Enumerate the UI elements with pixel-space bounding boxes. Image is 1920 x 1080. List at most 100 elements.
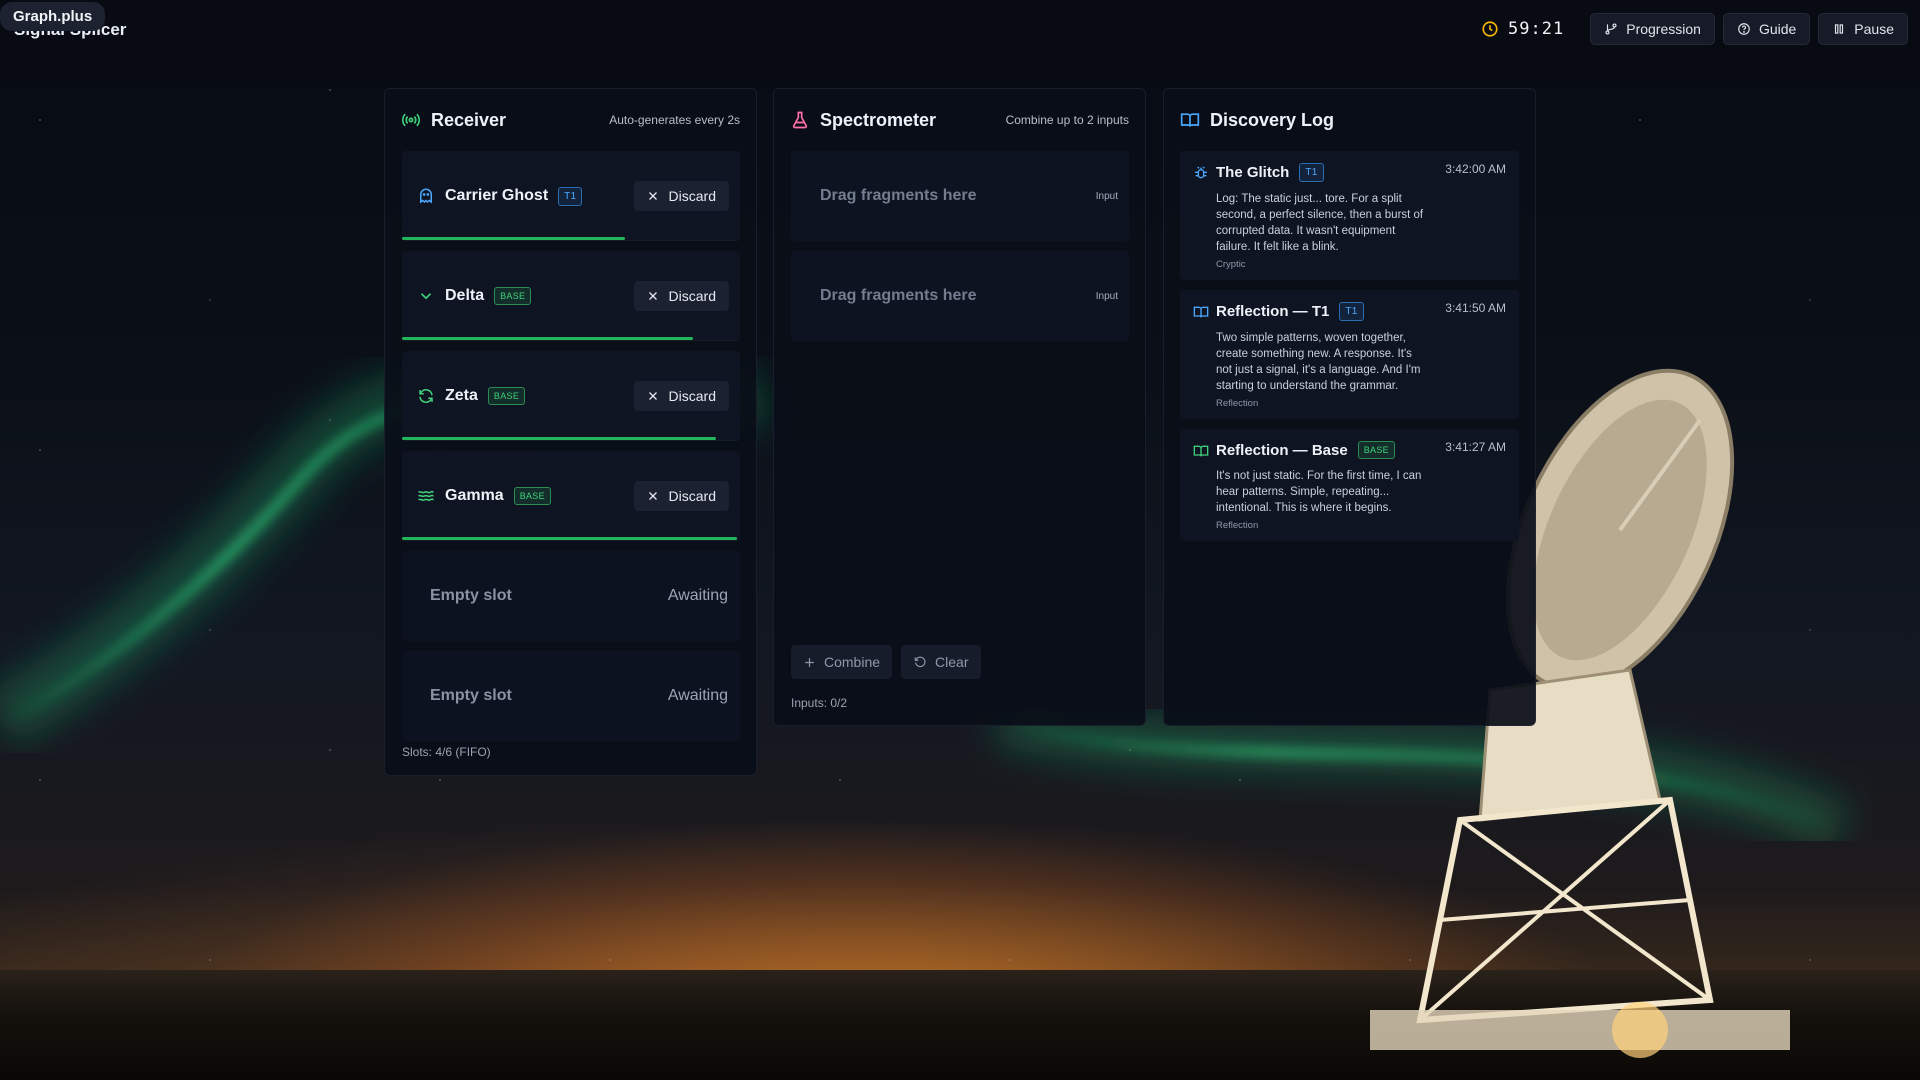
progression-label: Progression [1626, 21, 1701, 37]
guide-button[interactable]: Guide [1722, 13, 1811, 45]
flask-icon [792, 111, 808, 129]
help-circle-icon [1738, 23, 1750, 35]
drop-zone-tag: Input [1095, 290, 1118, 302]
timer-value: 59:21 [1508, 19, 1565, 39]
pause-icon [1835, 24, 1844, 34]
spectrometer-title: Spectrometer [790, 110, 936, 131]
log-category: Cryptic [1216, 259, 1246, 270]
empty-slot-label: Empty slot [430, 587, 512, 604]
pause-button[interactable]: Pause [1818, 13, 1908, 45]
brand-badge[interactable]: Graph.plus [0, 2, 106, 31]
tier-badge: T1 [1339, 302, 1364, 321]
combine-label: Combine [824, 654, 881, 670]
fragment-name: Carrier Ghost [445, 187, 549, 204]
clear-label: Clear [935, 654, 969, 670]
fragment-progress-bar [402, 437, 717, 440]
discard-label: Discard [668, 188, 716, 204]
clock-icon [1482, 21, 1498, 37]
drop-zone-text: Drag fragments here [820, 287, 977, 304]
slots-counter: Slots: 4/6 (FIFO) [402, 745, 491, 759]
close-icon [648, 292, 657, 300]
guide-label: Guide [1758, 21, 1797, 37]
receiver-title-text: Receiver [431, 109, 507, 130]
open-book-icon [1180, 113, 1200, 127]
log-entry[interactable]: The Glitch T1 3:42:00 AM Log: The static… [1180, 151, 1519, 280]
log-timestamp: 3:41:27 AM [1445, 440, 1506, 454]
spectrometer-actions: Combine Clear [791, 645, 981, 679]
tier-badge: BASE [487, 387, 526, 405]
spectrometer-header: Spectrometer Combine up to 2 inputs [774, 89, 1145, 151]
clear-button[interactable]: Clear [901, 645, 981, 679]
top-controls: 59:21 Progression Guide Pause [1481, 13, 1908, 45]
empty-slot-status: Awaiting [667, 687, 728, 704]
discovery-title-text: Discovery Log [1210, 109, 1335, 130]
combine-button[interactable]: Combine [791, 645, 893, 679]
log-title: The Glitch [1216, 164, 1290, 181]
tier-badge: BASE [513, 487, 551, 505]
receiver-title: Receiver [401, 110, 506, 131]
log-title: Reflection — Base [1216, 441, 1348, 459]
log-timestamp: 3:41:50 AM [1445, 301, 1506, 315]
bug-icon [1195, 166, 1207, 179]
receiver-header: Receiver Auto-generates every 2s [385, 89, 756, 151]
empty-slot: Empty slot Awaiting [402, 551, 740, 641]
log-category: Reflection [1216, 398, 1259, 409]
discard-label: Discard [668, 388, 716, 404]
close-icon [648, 392, 657, 400]
refresh-icon [419, 389, 433, 403]
log-category: Reflection [1216, 520, 1259, 531]
drop-zone-text: Drag fragments here [820, 187, 977, 204]
chevron-down-icon [420, 293, 432, 300]
discovery-title: Discovery Log [1180, 110, 1334, 131]
book-icon [1193, 306, 1209, 318]
fragment-progress-bar [402, 237, 626, 240]
fragment-progress-bar [402, 537, 737, 540]
discard-button[interactable]: Discard [633, 281, 729, 311]
discard-button[interactable]: Discard [633, 181, 729, 211]
tier-badge: BASE [494, 287, 532, 305]
spectrometer-panel: Spectrometer Combine up to 2 inputs Drag… [773, 88, 1146, 726]
discard-button[interactable]: Discard [633, 481, 729, 511]
fragment-card[interactable]: Gamma BASE Discard [402, 451, 740, 541]
discovery-log-panel: Discovery Log The Glitch T1 3:42:00 AM L… [1163, 88, 1536, 726]
spectrometer-title-text: Spectrometer [820, 109, 937, 130]
fragment-progress-bar [402, 337, 693, 340]
discovery-header: Discovery Log [1164, 89, 1535, 151]
input-drop-zone[interactable]: Drag fragments here Input [791, 251, 1129, 341]
inputs-counter: Inputs: 0/2 [791, 696, 848, 710]
discard-label: Discard [668, 288, 716, 304]
ghost-icon [420, 188, 432, 204]
fragment-card[interactable]: Carrier Ghost T1 Discard [402, 151, 740, 241]
book-icon [1193, 445, 1209, 457]
input-drop-zone[interactable]: Drag fragments here Input [791, 151, 1129, 241]
fragment-name: Gamma [445, 487, 504, 504]
progression-button[interactable]: Progression [1590, 13, 1715, 45]
close-icon [648, 192, 657, 200]
radio-icon [401, 113, 421, 127]
fragment-card[interactable]: Zeta BASE Discard [402, 351, 740, 441]
rotate-ccw-icon [914, 656, 926, 668]
close-icon [648, 492, 657, 500]
log-entry[interactable]: Reflection — T1 T1 3:41:50 AM Two simple… [1180, 290, 1519, 419]
tier-badge: T1 [558, 186, 583, 206]
waves-icon [418, 490, 434, 501]
fragment-card[interactable]: Delta BASE Discard [402, 251, 740, 341]
plus-icon [805, 657, 814, 667]
git-branch-icon [1605, 23, 1617, 35]
tier-badge: BASE [1357, 441, 1395, 459]
log-entry[interactable]: Reflection — Base BASE 3:41:27 AM It's n… [1180, 429, 1519, 541]
log-title: Reflection — T1 [1216, 303, 1330, 320]
log-text: Two simple patterns, woven together, cre… [1216, 332, 1421, 392]
timer: 59:21 [1481, 19, 1564, 39]
drop-zone-tag: Input [1095, 190, 1118, 202]
empty-slot-label: Empty slot [430, 687, 512, 704]
receiver-panel: Receiver Auto-generates every 2s Carrier… [384, 88, 757, 776]
discard-label: Discard [668, 488, 716, 504]
fragment-name: Zeta [445, 387, 478, 404]
receiver-subtitle: Auto-generates every 2s [609, 113, 740, 127]
log-text: It's not just static. For the first time… [1216, 470, 1422, 514]
empty-slot: Empty slot Awaiting [402, 651, 740, 741]
spectrometer-subtitle: Combine up to 2 inputs [1005, 113, 1129, 127]
log-text: Log: The static just... tore. For a spli… [1216, 193, 1424, 253]
discard-button[interactable]: Discard [633, 381, 729, 411]
